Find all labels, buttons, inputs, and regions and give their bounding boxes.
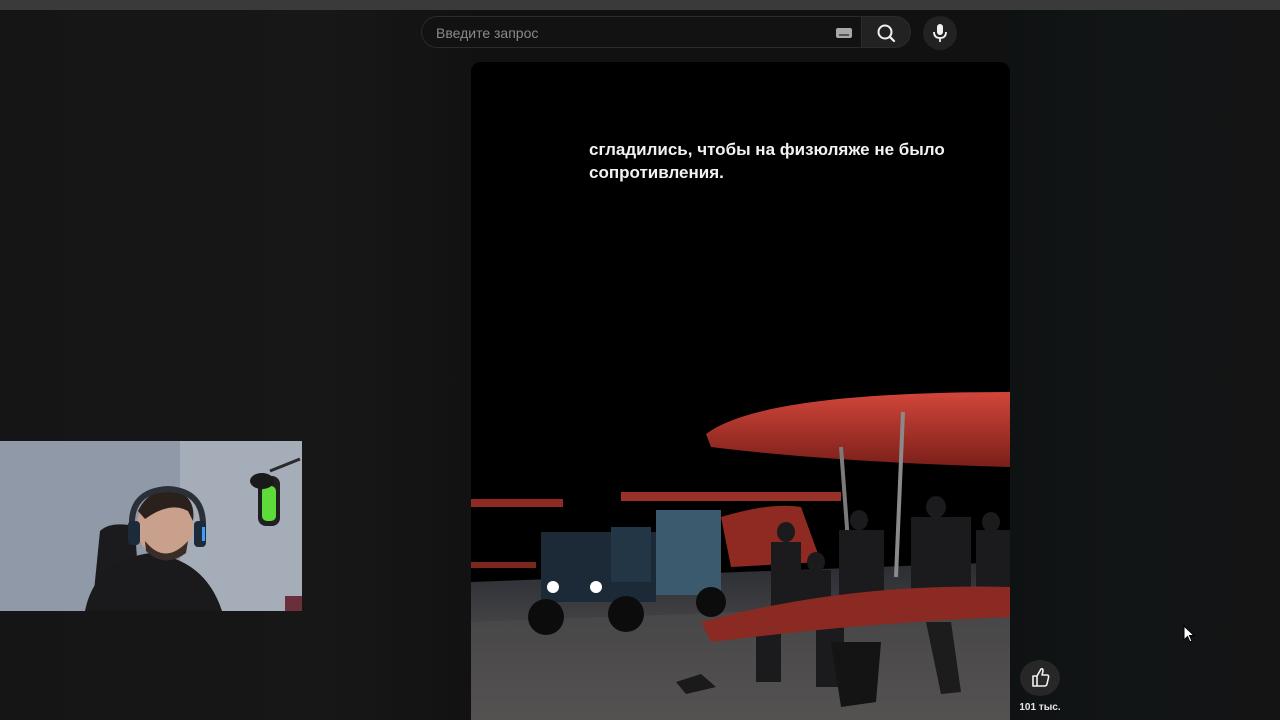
search-input[interactable] bbox=[434, 17, 818, 49]
page-background-right bbox=[1010, 10, 1280, 720]
thumbs-up-icon bbox=[1032, 667, 1050, 687]
search-icon bbox=[877, 24, 896, 43]
streamer-webcam-overlay bbox=[0, 441, 302, 611]
keyboard-icon[interactable] bbox=[836, 28, 852, 38]
top-browser-strip bbox=[0, 0, 1280, 10]
webcam-image bbox=[0, 441, 302, 611]
search-box[interactable] bbox=[421, 16, 861, 49]
mouse-cursor-icon bbox=[1183, 625, 1196, 643]
like-button[interactable] bbox=[1020, 660, 1060, 696]
app-root: сгладились, чтобы на физюляже не было со… bbox=[0, 0, 1280, 720]
video-subtitle: сгладились, чтобы на физюляже не было со… bbox=[589, 140, 945, 182]
like-count: 101 тыс. bbox=[1019, 702, 1061, 713]
page-background-left bbox=[0, 10, 470, 720]
search-button[interactable] bbox=[861, 16, 911, 48]
microphone-icon bbox=[933, 24, 947, 42]
voice-search-button[interactable] bbox=[923, 16, 957, 50]
short-video-player[interactable]: сгладились, чтобы на физюляже не было со… bbox=[471, 62, 1010, 720]
